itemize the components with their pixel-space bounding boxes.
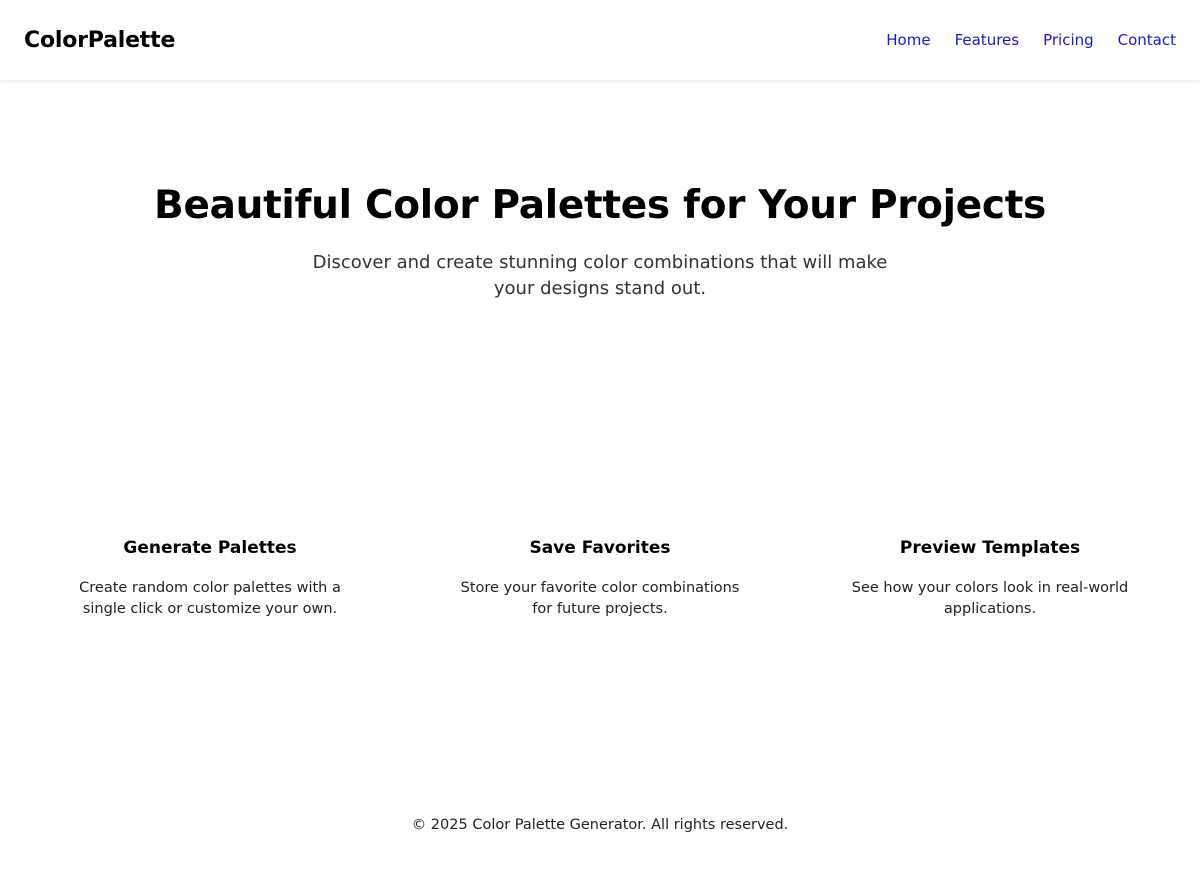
feature-description: Store your favorite color combinations f… — [460, 580, 740, 617]
nav-link-features[interactable]: Features — [955, 31, 1020, 49]
logo[interactable]: ColorPalette — [24, 28, 175, 53]
nav-link-contact[interactable]: Contact — [1118, 31, 1176, 49]
feature-description: Create random color palettes with a sing… — [79, 580, 341, 617]
feature-title: Save Favorites — [529, 538, 671, 558]
site-footer: © 2025 Color Palette Generator. All righ… — [0, 814, 1200, 836]
site-header: ColorPalette Home Features Pricing Conta… — [0, 0, 1200, 80]
copyright-text: © 2025 Color Palette Generator. All righ… — [411, 817, 789, 833]
main-nav: Home Features Pricing Contact — [886, 31, 1176, 49]
nav-link-pricing[interactable]: Pricing — [1043, 31, 1094, 49]
feature-description: See how your colors look in real-world a… — [851, 580, 1129, 617]
nav-link-home[interactable]: Home — [886, 31, 930, 49]
features-section: Generate Palettes Create random color pa… — [0, 536, 1200, 620]
feature-preview-templates: Preview Templates See how your colors lo… — [835, 536, 1145, 620]
feature-generate-palettes: Generate Palettes Create random color pa… — [55, 536, 365, 620]
feature-title: Generate Palettes — [123, 538, 297, 558]
hero-subtitle: Discover and create stunning color combi… — [312, 252, 888, 299]
hero-title: Beautiful Color Palettes for Your Projec… — [154, 183, 1046, 228]
hero-section: Beautiful Color Palettes for Your Projec… — [0, 180, 1200, 302]
feature-save-favorites: Save Favorites Store your favorite color… — [445, 536, 755, 620]
feature-title: Preview Templates — [899, 538, 1081, 558]
